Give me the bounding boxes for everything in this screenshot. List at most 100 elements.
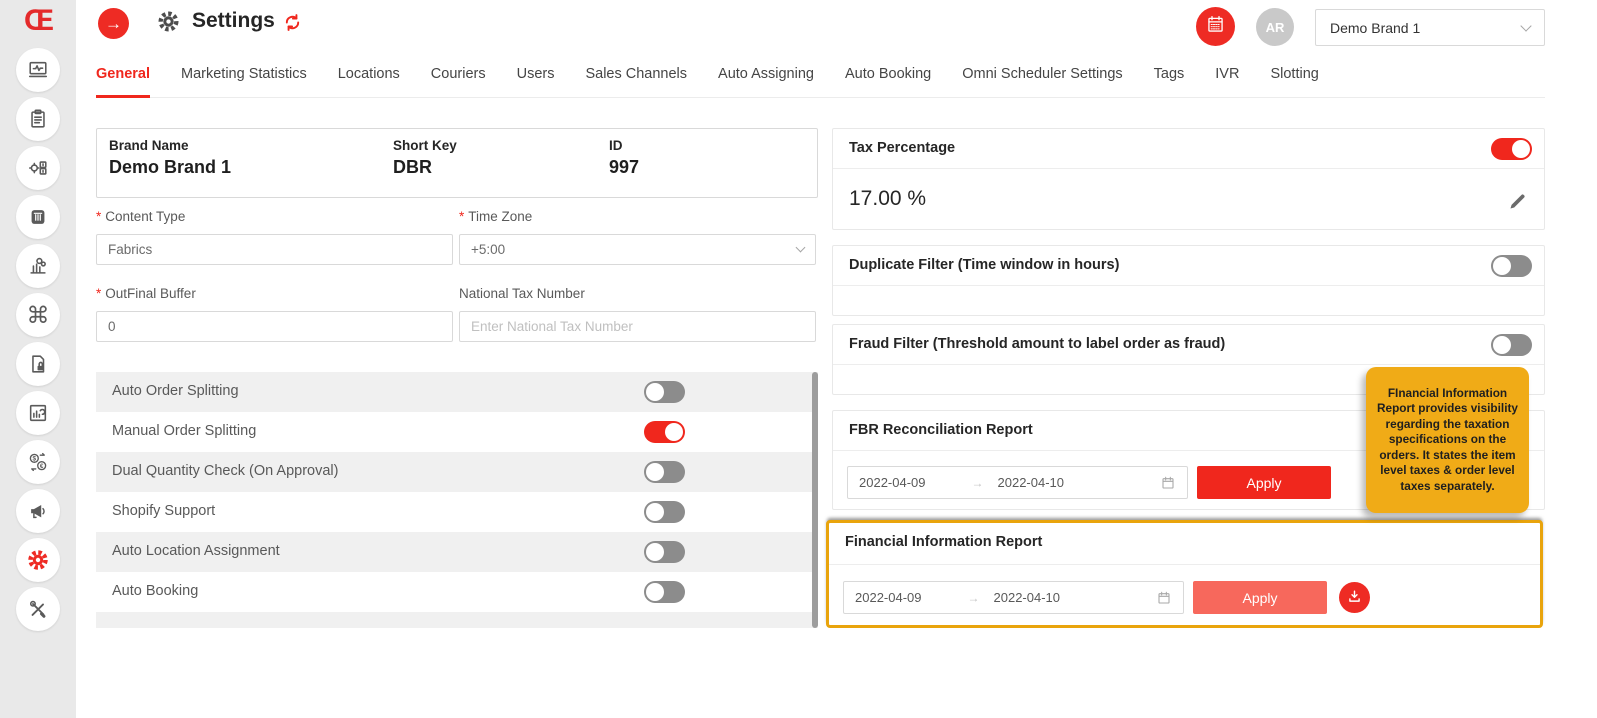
financial-title: Financial Information Report bbox=[845, 534, 1042, 550]
avatar[interactable]: AR bbox=[1256, 8, 1294, 46]
tab-omni-scheduler-settings[interactable]: Omni Scheduler Settings bbox=[962, 56, 1122, 97]
sidebar-item-currency-exchange[interactable]: $€ bbox=[16, 440, 60, 484]
manual-order-splitting-toggle[interactable] bbox=[644, 421, 685, 443]
tooltip-text: FInancial Information Report provides vi… bbox=[1366, 380, 1529, 501]
duplicate-filter-header: Duplicate Filter (Time window in hours) bbox=[833, 246, 1544, 286]
duplicate-filter-toggle[interactable] bbox=[1491, 255, 1532, 277]
toggle-label: Auto Location Assignment bbox=[112, 543, 280, 559]
financial-information-card-highlighted: Financial Information Report 2022-04-09 … bbox=[826, 520, 1543, 628]
sidebar-item-fulfillment-settings[interactable] bbox=[16, 146, 60, 190]
required-asterisk: * bbox=[459, 209, 464, 224]
tax-percentage-header: Tax Percentage bbox=[833, 129, 1544, 169]
sidebar-item-monitor-activity[interactable] bbox=[16, 48, 60, 92]
toggle-row-auto-booking: Auto Booking bbox=[96, 572, 818, 612]
toggle-row-auto-order-splitting: Auto Order Splitting bbox=[96, 372, 818, 412]
fbr-title: FBR Reconciliation Report bbox=[849, 422, 1033, 438]
calendar-icon bbox=[1205, 14, 1226, 40]
short-key-value: DBR bbox=[393, 157, 432, 178]
tab-locations[interactable]: Locations bbox=[338, 56, 400, 97]
brand-selector-value: Demo Brand 1 bbox=[1330, 20, 1420, 36]
auto-location-assignment-toggle[interactable] bbox=[644, 541, 685, 563]
tab-couriers[interactable]: Couriers bbox=[431, 56, 486, 97]
financial-download-button[interactable] bbox=[1339, 582, 1370, 613]
required-asterisk: * bbox=[96, 286, 101, 301]
sidebar-item-trash[interactable] bbox=[16, 195, 60, 239]
tax-percentage-toggle[interactable] bbox=[1491, 138, 1532, 160]
tab-slotting[interactable]: Slotting bbox=[1270, 56, 1318, 97]
tax-percentage-label: Tax Percentage bbox=[849, 140, 955, 156]
shopify-support-toggle[interactable] bbox=[644, 501, 685, 523]
sidebar-item-sales-report[interactable] bbox=[16, 391, 60, 435]
tab-ivr[interactable]: IVR bbox=[1215, 56, 1239, 97]
date-range-arrow-icon: → bbox=[972, 476, 984, 490]
time-zone-label: *Time Zone bbox=[459, 209, 532, 224]
sidebar-item-secure-document[interactable] bbox=[16, 342, 60, 386]
fbr-date-range-picker[interactable]: 2022-04-09 → 2022-04-10 bbox=[847, 466, 1188, 499]
financial-apply-button[interactable]: Apply bbox=[1193, 581, 1327, 614]
auto-booking-toggle[interactable] bbox=[644, 581, 685, 603]
toggle-knob bbox=[646, 383, 664, 401]
order-checklist-icon bbox=[27, 108, 49, 130]
trash-icon bbox=[27, 206, 49, 228]
national-tax-number-input[interactable] bbox=[459, 311, 816, 342]
chevron-down-icon bbox=[1520, 20, 1531, 31]
duplicate-filter-card: Duplicate Filter (Time window in hours) bbox=[832, 245, 1545, 316]
tab-marketing-statistics[interactable]: Marketing Statistics bbox=[181, 56, 307, 97]
sidebar-item-production-analytics[interactable] bbox=[16, 244, 60, 288]
financial-date-range-picker[interactable]: 2022-04-09 → 2022-04-10 bbox=[843, 581, 1184, 614]
sales-report-icon bbox=[27, 402, 49, 424]
fbr-end-date[interactable]: 2022-04-10 bbox=[998, 475, 1065, 490]
short-key-label: Short Key bbox=[393, 138, 457, 153]
tab-tags[interactable]: Tags bbox=[1154, 56, 1185, 97]
required-asterisk: * bbox=[96, 209, 101, 224]
time-zone-select[interactable]: +5:00 bbox=[459, 234, 816, 265]
sidebar-item-order-checklist[interactable] bbox=[16, 97, 60, 141]
edit-pencil-icon[interactable] bbox=[1507, 191, 1528, 217]
fraud-filter-toggle[interactable] bbox=[1491, 334, 1532, 356]
calendar-icon bbox=[1160, 475, 1176, 491]
app-logo[interactable]: Œ bbox=[0, 4, 76, 38]
settings-gear-icon bbox=[26, 548, 50, 572]
refresh-icon[interactable] bbox=[282, 12, 303, 38]
sidebar-item-settings[interactable] bbox=[16, 538, 60, 582]
toggle-label: Dual Quantity Check (On Approval) bbox=[112, 463, 338, 479]
toggle-row-dual-quantity-check: Dual Quantity Check (On Approval) bbox=[96, 452, 818, 492]
brand-name-value: Demo Brand 1 bbox=[109, 157, 231, 178]
sidebar-item-command[interactable]: ⌘ bbox=[16, 293, 60, 337]
fulfillment-settings-icon bbox=[27, 157, 49, 179]
tab-auto-assigning[interactable]: Auto Assigning bbox=[718, 56, 814, 97]
brand-id-value: 997 bbox=[609, 157, 639, 178]
sidebar-item-marketing-megaphone[interactable] bbox=[16, 489, 60, 533]
financial-report-tooltip: FInancial Information Report provides vi… bbox=[1366, 367, 1529, 513]
toggle-list-scrollbar[interactable] bbox=[812, 372, 818, 628]
auto-order-splitting-toggle[interactable] bbox=[644, 381, 685, 403]
fbr-start-date[interactable]: 2022-04-09 bbox=[859, 475, 926, 490]
feature-toggle-list: Auto Order Splitting Manual Order Splitt… bbox=[96, 372, 818, 628]
sidebar-item-tools[interactable] bbox=[16, 587, 60, 631]
dual-quantity-check-toggle[interactable] bbox=[644, 461, 685, 483]
financial-start-date[interactable]: 2022-04-09 bbox=[855, 590, 922, 605]
sidebar-expand-button[interactable]: → bbox=[98, 8, 129, 39]
tools-icon bbox=[27, 598, 49, 620]
tab-sales-channels[interactable]: Sales Channels bbox=[585, 56, 687, 97]
settings-gear-header-icon bbox=[156, 9, 181, 39]
time-zone-value: +5:00 bbox=[471, 242, 505, 257]
download-icon bbox=[1346, 588, 1363, 608]
tab-general[interactable]: General bbox=[96, 56, 150, 97]
toggle-label: Auto Order Splitting bbox=[112, 383, 239, 399]
sidebar: Œ ⌘ bbox=[0, 0, 76, 718]
financial-end-date[interactable]: 2022-04-10 bbox=[994, 590, 1061, 605]
calendar-button[interactable] bbox=[1196, 7, 1235, 46]
secure-document-icon bbox=[27, 353, 49, 375]
chevron-down-icon bbox=[796, 243, 806, 253]
content-type-label: *Content Type bbox=[96, 209, 185, 224]
fbr-apply-button[interactable]: Apply bbox=[1197, 466, 1331, 499]
toggle-label: Manual Order Splitting bbox=[112, 423, 256, 439]
fraud-filter-label: Fraud Filter (Threshold amount to label … bbox=[849, 336, 1225, 352]
content-type-input[interactable] bbox=[96, 234, 453, 265]
brand-selector[interactable]: Demo Brand 1 bbox=[1315, 9, 1545, 46]
outfinal-buffer-input[interactable] bbox=[96, 311, 453, 342]
tab-auto-booking[interactable]: Auto Booking bbox=[845, 56, 931, 97]
tab-users[interactable]: Users bbox=[517, 56, 555, 97]
svg-text:$: $ bbox=[33, 456, 37, 463]
